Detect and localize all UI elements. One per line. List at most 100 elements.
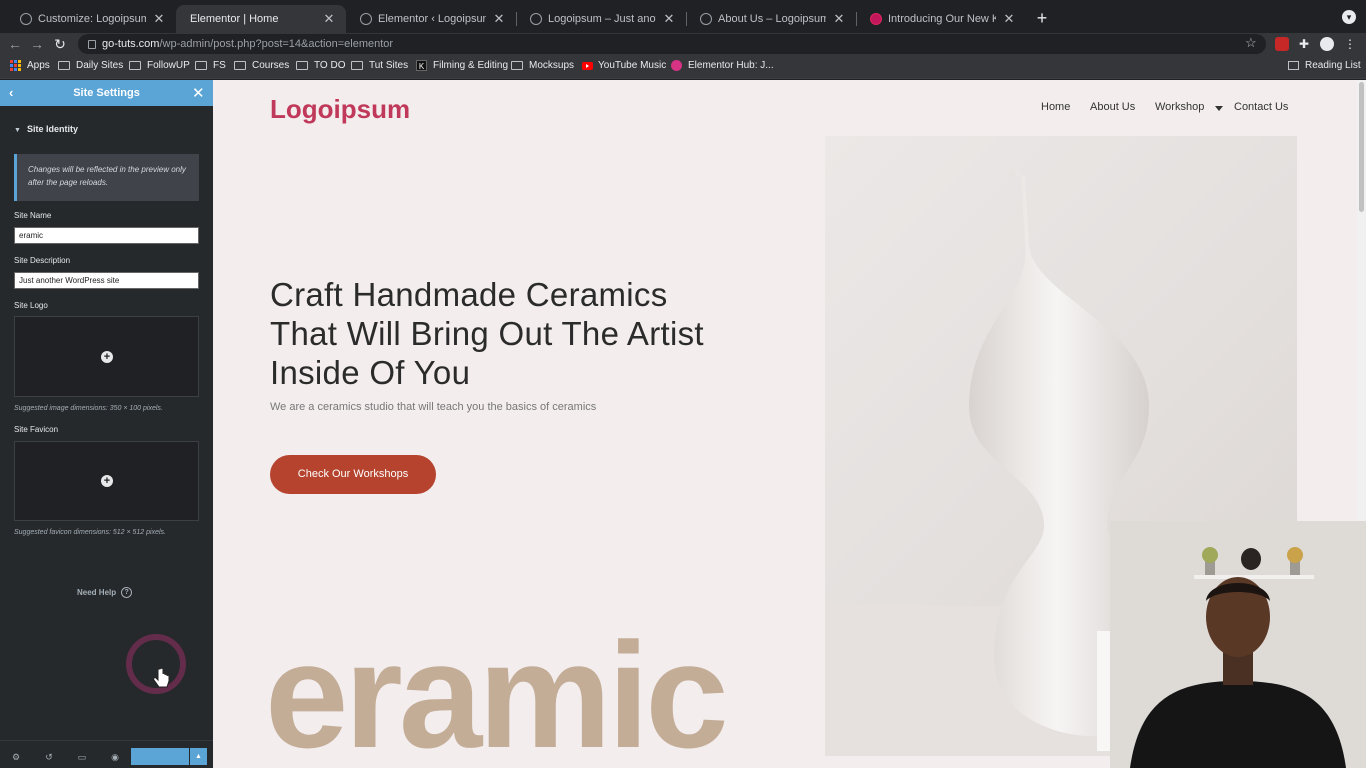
browser-tab[interactable]: Customize: Logoipsum – Just a ✕ — [6, 5, 176, 33]
browser-tab[interactable]: Introducing Our New Kits Libra ✕ — [856, 5, 1026, 33]
elementor-icon — [671, 60, 682, 71]
bookmark-link[interactable]: K Filming & Editing — [416, 60, 508, 71]
tab-title: Logoipsum – Just another Wor — [548, 13, 656, 25]
history-icon[interactable]: ↺ — [43, 751, 55, 763]
forward-arrow-icon[interactable]: → — [28, 35, 46, 53]
k-icon: K — [416, 60, 427, 71]
url-host: go-tuts.com — [102, 38, 160, 50]
bookmark-folder[interactable]: FS — [195, 60, 226, 71]
bookmark-apps[interactable]: Apps — [10, 60, 50, 71]
hand-cursor-icon — [153, 668, 170, 688]
globe-icon — [530, 13, 542, 25]
site-favicon-uploader[interactable]: + — [14, 441, 199, 521]
update-button[interactable] — [131, 748, 189, 765]
bookmark-folder[interactable]: Daily Sites — [58, 60, 123, 71]
settings-gear-icon[interactable]: ⚙ — [10, 751, 22, 763]
close-tab-icon[interactable]: ✕ — [492, 11, 506, 27]
bookmark-label: TO DO — [314, 60, 346, 71]
folder-icon — [129, 61, 141, 70]
site-logo-label: Site Logo — [14, 301, 48, 310]
nav-home[interactable]: Home — [1041, 101, 1070, 113]
preview-eye-icon[interactable]: ◉ — [109, 751, 121, 763]
address-bar-row: ← → ↻ go-tuts.com/wp-admin/post.php?post… — [0, 33, 1366, 55]
folder-icon — [58, 61, 70, 70]
folder-icon — [195, 61, 207, 70]
lock-icon — [88, 39, 96, 49]
section-site-identity[interactable]: ▼ Site Identity — [14, 124, 78, 134]
browser-tab-bar: Customize: Logoipsum – Just a ✕ Elemento… — [0, 0, 1366, 33]
nav-dropdown-caret-icon[interactable] — [1215, 106, 1223, 111]
folder-icon — [296, 61, 308, 70]
bookmark-link[interactable]: Elementor Hub: J... — [671, 60, 774, 71]
profile-avatar-icon[interactable] — [1320, 37, 1334, 51]
scrollbar-thumb[interactable] — [1359, 82, 1364, 212]
globe-icon — [700, 13, 712, 25]
bookmark-label: Tut Sites — [369, 60, 409, 71]
bookmark-folder[interactable]: Mocksups — [511, 60, 574, 71]
url-field[interactable]: go-tuts.com/wp-admin/post.php?post=14&ac… — [78, 34, 1266, 54]
globe-icon — [20, 13, 32, 25]
bookmark-label: Daily Sites — [76, 60, 124, 71]
close-tab-icon[interactable]: ✕ — [832, 11, 846, 27]
bookmark-label: Mocksups — [529, 60, 575, 71]
bookmark-link[interactable]: YouTube Music — [582, 60, 666, 71]
close-tab-icon[interactable]: ✕ — [322, 11, 336, 27]
caret-down-icon: ▼ — [14, 127, 21, 134]
apps-grid-icon — [10, 60, 21, 71]
reading-list-icon — [1288, 61, 1299, 70]
panel-header: ‹ Site Settings ✕ — [0, 80, 213, 106]
bookmark-folder[interactable]: Courses — [234, 60, 289, 71]
hero-subtitle: We are a ceramics studio that will teach… — [270, 401, 597, 413]
help-question-icon: ? — [121, 587, 133, 598]
need-help-link[interactable]: Need Help ? — [77, 587, 133, 598]
site-logo-uploader[interactable]: + — [14, 316, 199, 397]
reload-icon[interactable]: ↻ — [51, 35, 69, 53]
tab-search-icon[interactable]: ▾ — [1342, 10, 1356, 24]
bookmark-folder[interactable]: FollowUP — [129, 60, 190, 71]
site-favicon-label: Site Favicon — [14, 425, 59, 434]
update-options-caret-icon[interactable]: ▲ — [190, 748, 207, 765]
responsive-mode-icon[interactable]: ▭ — [76, 751, 88, 763]
site-logo-hint: Suggested image dimensions: 350 × 100 pi… — [14, 405, 163, 412]
tab-title: About Us – Logoipsum — [718, 13, 826, 25]
check-workshops-button[interactable]: Check Our Workshops — [270, 455, 436, 494]
decorative-big-word: eramic — [265, 611, 729, 768]
tab-title: Elementor | Home — [190, 13, 279, 25]
browser-tab-active[interactable]: Elementor | Home ✕ — [176, 5, 346, 33]
bookmark-folder[interactable]: Tut Sites — [351, 60, 408, 71]
site-description-input[interactable] — [14, 272, 199, 289]
puzzle-extensions-icon[interactable]: ✚ — [1297, 37, 1311, 51]
close-tab-icon[interactable]: ✕ — [662, 11, 676, 27]
close-tab-icon[interactable]: ✕ — [1002, 11, 1016, 27]
nav-contact-us[interactable]: Contact Us — [1234, 101, 1288, 113]
nav-workshop[interactable]: Workshop — [1155, 101, 1204, 113]
site-description-label: Site Description — [14, 256, 71, 265]
new-tab-icon[interactable]: + — [1034, 8, 1050, 29]
site-name-input[interactable] — [14, 227, 199, 244]
reading-list[interactable]: Reading List — [1288, 60, 1361, 71]
browser-tab[interactable]: Elementor ‹ Logoipsum — Wo ✕ — [346, 5, 516, 33]
tab-title: Elementor ‹ Logoipsum — Wo — [378, 13, 486, 25]
nav-about-us[interactable]: About Us — [1090, 101, 1135, 113]
bookmark-folder[interactable]: TO DO — [296, 60, 345, 71]
reading-list-label: Reading List — [1305, 60, 1361, 71]
webcam-overlay — [1110, 521, 1366, 768]
need-help-label: Need Help — [77, 588, 117, 597]
browser-tab[interactable]: About Us – Logoipsum ✕ — [686, 5, 856, 33]
site-favicon-hint: Suggested favicon dimensions: 512 × 512 … — [14, 529, 166, 536]
site-logo[interactable]: Logoipsum — [270, 94, 410, 125]
bookmark-label: Courses — [252, 60, 290, 71]
back-arrow-icon[interactable]: ← — [6, 35, 24, 53]
close-tab-icon[interactable]: ✕ — [152, 11, 166, 27]
folder-icon — [351, 61, 363, 70]
add-plus-icon[interactable]: + — [101, 351, 113, 363]
add-plus-icon[interactable]: + — [101, 475, 113, 487]
browser-menu-icon[interactable]: ⋮ — [1343, 37, 1357, 51]
bookmarks-bar: Apps Daily Sites FollowUP FS Courses TO … — [0, 55, 1366, 79]
hero-heading: Craft Handmade Ceramics That Will Bring … — [270, 276, 704, 391]
close-icon[interactable]: ✕ — [192, 84, 205, 102]
browser-tab[interactable]: Logoipsum – Just another Wor ✕ — [516, 5, 686, 33]
extension-icon[interactable] — [1275, 37, 1289, 51]
panel-footer: ⚙ ↺ ▭ ◉ ▲ — [0, 740, 213, 768]
bookmark-star-icon[interactable]: ☆ — [1245, 35, 1257, 51]
